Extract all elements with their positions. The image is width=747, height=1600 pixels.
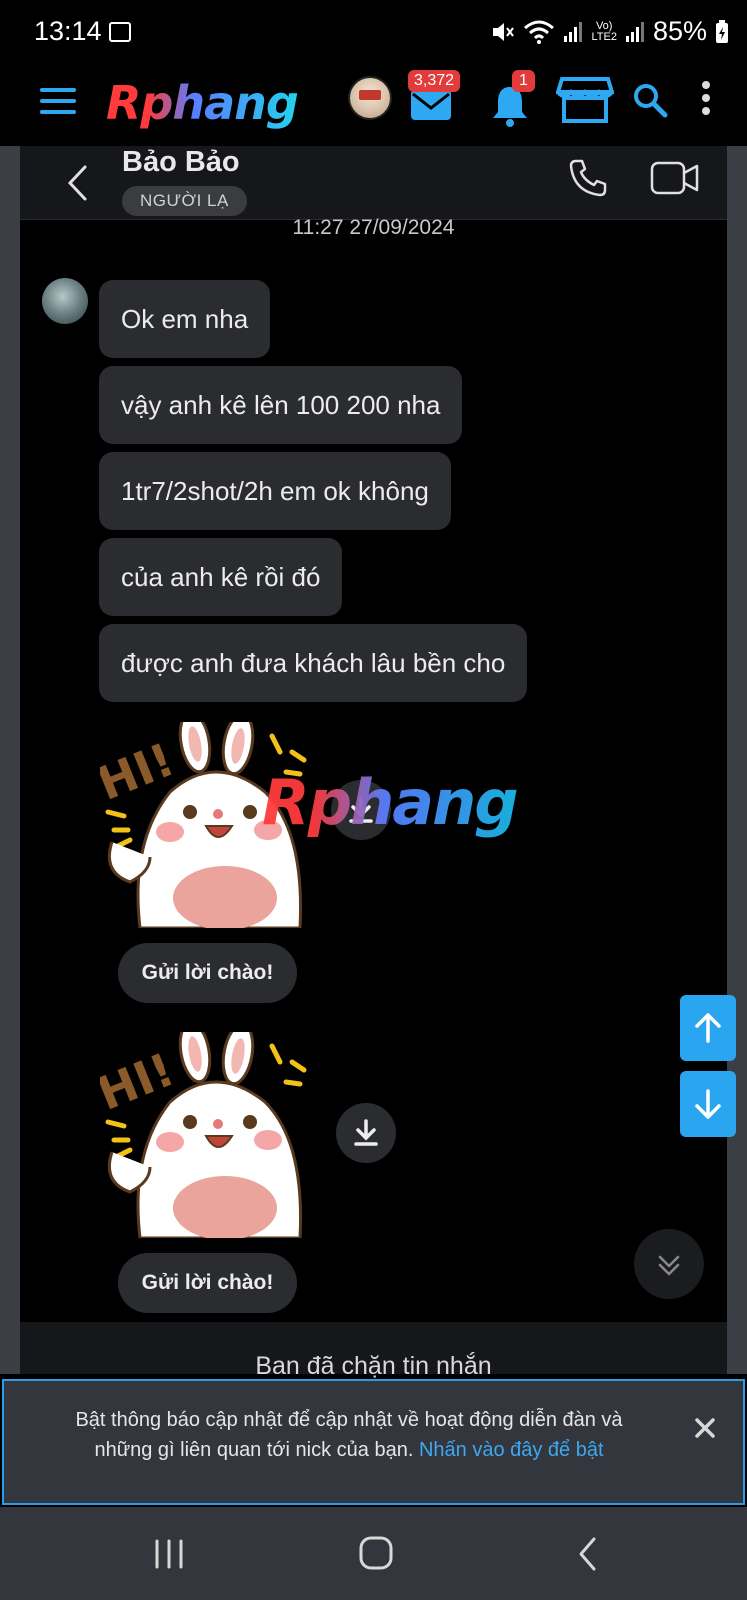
- mail-icon: [411, 90, 451, 120]
- chat-header: Bảo Bảo NGƯỜI LẠ: [20, 146, 727, 220]
- stranger-badge: NGƯỜI LẠ: [122, 186, 247, 216]
- arrow-up-icon: [695, 1013, 721, 1043]
- download-sticker-button[interactable]: [336, 1103, 396, 1163]
- send-greeting-button[interactable]: Gửi lời chào!: [118, 1253, 297, 1313]
- signal-icon: [564, 21, 583, 42]
- blocked-message-text: Ban đã chặn tin nhắn: [255, 1352, 492, 1380]
- enable-notifications-link[interactable]: Nhấn vào đây để bật: [419, 1439, 604, 1461]
- app-header: Rphang 3,372 1: [0, 66, 747, 146]
- notifications-button[interactable]: 1: [490, 70, 535, 133]
- message-bubble: được anh đưa khách lâu bền cho: [99, 624, 528, 702]
- close-icon[interactable]: [694, 1417, 716, 1439]
- double-chevron-down-icon: [658, 1255, 680, 1276]
- scroll-up-button[interactable]: [680, 995, 736, 1061]
- store-icon[interactable]: [556, 76, 614, 124]
- send-greeting-button[interactable]: Gửi lời chào!: [118, 943, 297, 1003]
- site-logo[interactable]: Rphang: [106, 76, 299, 130]
- hamburger-menu-icon[interactable]: [40, 88, 76, 116]
- bunny-hi-sticker: HI!: [100, 1032, 307, 1238]
- video-call-icon[interactable]: [650, 160, 700, 196]
- mute-icon: [493, 22, 515, 41]
- battery-icon: [716, 19, 728, 43]
- notification-prompt-text: Bật thông báo cập nhật để cập nhật về ho…: [75, 1409, 623, 1461]
- volte-label: Vo) LTE2: [591, 19, 617, 43]
- battery-level: 85%: [652, 16, 707, 46]
- download-icon: [354, 1119, 378, 1146]
- message-timestamp: 11:27 27/09/2024: [292, 216, 455, 239]
- contact-name[interactable]: Bảo Bảo: [122, 146, 240, 179]
- jump-to-latest-button[interactable]: [634, 1229, 704, 1299]
- status-icons: Vo) LTE2 85%: [491, 16, 729, 47]
- gallery-notification-icon: [109, 22, 131, 42]
- arrow-down-icon: [695, 1089, 721, 1119]
- bell-badge: 1: [512, 70, 535, 92]
- back-nav-icon[interactable]: [576, 1535, 598, 1573]
- scroll-down-button[interactable]: [680, 1071, 736, 1137]
- message-bubble: Ok em nha: [99, 280, 271, 358]
- wifi-icon: [524, 20, 555, 44]
- inbox-button[interactable]: 3,372: [408, 70, 461, 131]
- user-avatar[interactable]: [348, 76, 392, 120]
- home-icon[interactable]: [358, 1535, 394, 1571]
- more-options-icon[interactable]: [700, 80, 712, 116]
- notification-prompt: Bật thông báo cập nhật để cập nhật về ho…: [2, 1379, 745, 1505]
- clock: 13:14: [34, 16, 102, 46]
- message-bubble: 1tr7/2shot/2h em ok không: [99, 452, 451, 530]
- recent-apps-icon[interactable]: [152, 1537, 186, 1571]
- system-nav-bar: [0, 1507, 747, 1600]
- watermark: Rphang: [262, 766, 519, 839]
- contact-avatar[interactable]: [42, 278, 88, 324]
- mail-badge: 3,372: [408, 70, 461, 92]
- search-icon[interactable]: [632, 82, 668, 118]
- message-bubble: vậy anh kê lên 100 200 nha: [99, 366, 463, 444]
- phone-call-icon[interactable]: [568, 158, 608, 198]
- back-icon[interactable]: [66, 164, 88, 202]
- message-bubble: của anh kê rồi đó: [99, 538, 343, 616]
- signal-icon-2: [625, 21, 644, 42]
- status-bar: 13:14 Vo) LTE2 85%: [0, 0, 747, 66]
